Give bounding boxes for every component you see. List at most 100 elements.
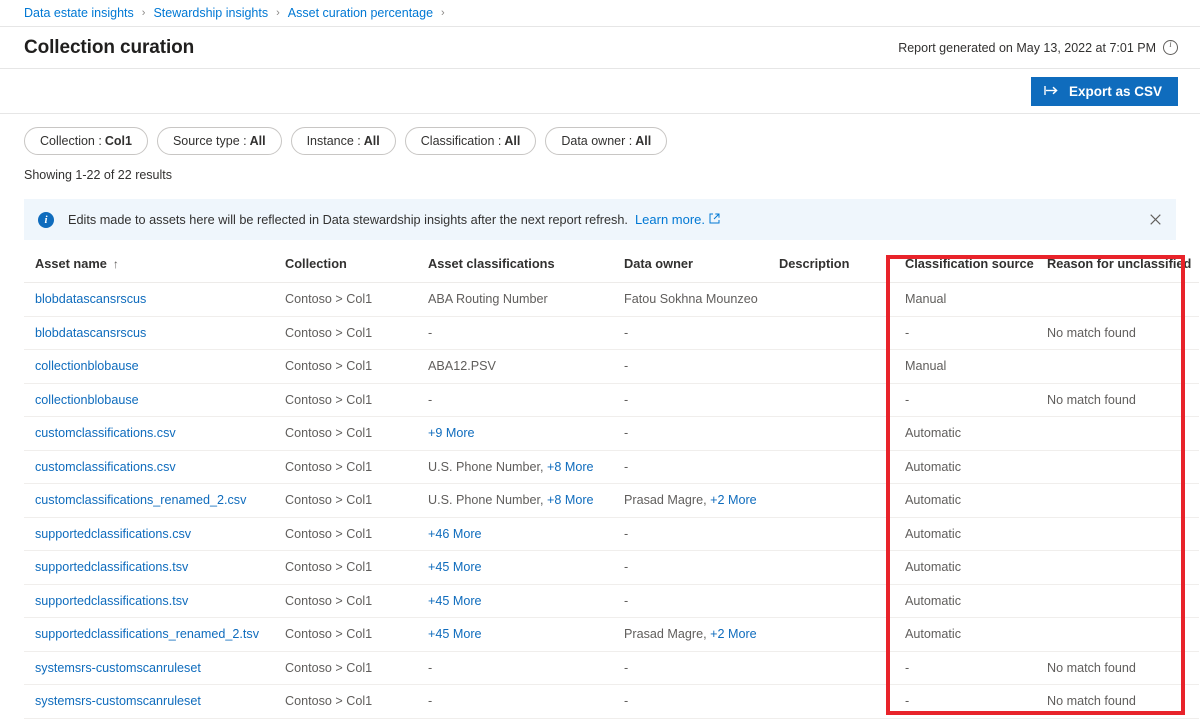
cell-classification-source: Automatic — [893, 517, 1047, 551]
asset-name-link[interactable]: supportedclassifications.tsv — [35, 594, 188, 608]
table-row[interactable]: blobdatascansrscusContoso > Col1---No ma… — [24, 316, 1199, 350]
filter-value: All — [364, 134, 380, 148]
filter-pill-instance[interactable]: Instance :All — [291, 127, 396, 155]
data-owner-text: - — [624, 460, 628, 474]
filter-pill-classification[interactable]: Classification :All — [405, 127, 537, 155]
column-header-collection[interactable]: Collection — [285, 256, 428, 283]
asset-name-link[interactable]: customclassifications.csv — [35, 460, 176, 474]
cell-asset-classifications: U.S. Phone Number, +8 More — [428, 484, 624, 518]
command-bar: Export as CSV — [0, 69, 1200, 114]
cell-asset-classifications: ABA Routing Number — [428, 283, 624, 317]
column-header-asset-name[interactable]: Asset name↑ — [24, 256, 285, 283]
export-as-csv-button[interactable]: Export as CSV — [1031, 77, 1178, 106]
asset-name-link[interactable]: blobdatascansrscus — [35, 326, 146, 340]
cell-classification-source: - — [893, 316, 1047, 350]
asset-name-link[interactable]: blobdatascansrscus — [35, 292, 146, 306]
cell-asset-classifications: ABA12.PSV — [428, 350, 624, 384]
cell-description — [779, 551, 893, 585]
classification-text: - — [428, 326, 432, 340]
breadcrumb-link-2[interactable]: Asset curation percentage — [288, 6, 433, 20]
table-row[interactable]: collectionblobauseContoso > Col1ABA12.PS… — [24, 350, 1199, 384]
column-header-asset-classifications[interactable]: Asset classifications — [428, 256, 624, 283]
breadcrumb-separator-icon: › — [276, 7, 280, 19]
cell-collection: Contoso > Col1 — [285, 450, 428, 484]
cell-description — [779, 450, 893, 484]
table-row[interactable]: supportedclassifications.tsvContoso > Co… — [24, 551, 1199, 585]
asset-name-link[interactable]: collectionblobause — [35, 359, 139, 373]
table-row[interactable]: supportedclassifications_renamed_2.tsv Co… — [24, 618, 1199, 652]
cell-asset-name: supportedclassifications.tsv — [24, 551, 285, 585]
filter-pill-source-type[interactable]: Source type :All — [157, 127, 282, 155]
asset-name-link[interactable]: customclassifications_renamed_2.csv — [35, 493, 246, 507]
classification-more-link[interactable]: +46 More — [428, 527, 482, 541]
sort-ascending-icon: ↑ — [113, 257, 119, 271]
table-row[interactable]: systemsrs-customscanrulesetContoso > Col… — [24, 651, 1199, 685]
cell-asset-classifications: - — [428, 316, 624, 350]
classification-text: - — [428, 694, 432, 708]
asset-name-link[interactable]: collectionblobause — [35, 393, 139, 407]
classification-more-link[interactable]: +8 More — [547, 493, 594, 507]
data-owner-more-link[interactable]: +2 More — [710, 493, 757, 507]
cell-reason-for-unclassified — [1047, 283, 1199, 317]
table-row[interactable]: customclassifications.csv Contoso > Col1U… — [24, 450, 1199, 484]
classification-more-link[interactable]: +8 More — [547, 460, 594, 474]
table-row[interactable]: supportedclassifications.csvContoso > Co… — [24, 517, 1199, 551]
asset-name-link[interactable]: supportedclassifications.tsv — [35, 560, 188, 574]
asset-name-link[interactable]: customclassifications.csv — [35, 426, 176, 440]
table-row[interactable]: collectionblobauseContoso > Col1---No ma… — [24, 383, 1199, 417]
breadcrumb-link-0[interactable]: Data estate insights — [24, 6, 134, 20]
filter-pill-collection[interactable]: Collection :Col1 — [24, 127, 148, 155]
cell-collection: Contoso > Col1 — [285, 316, 428, 350]
asset-name-link[interactable]: supportedclassifications.csv — [35, 527, 191, 541]
cell-collection: Contoso > Col1 — [285, 618, 428, 652]
cell-reason-for-unclassified — [1047, 417, 1199, 451]
external-link-icon — [709, 212, 720, 227]
table-row[interactable]: blobdatascansrscus Contoso > Col1ABA Rout… — [24, 283, 1199, 317]
cell-description — [779, 484, 893, 518]
cell-asset-name: supportedclassifications.csv — [24, 517, 285, 551]
breadcrumb-link-1[interactable]: Stewardship insights — [153, 6, 268, 20]
info-banner-text: Edits made to assets here will be reflec… — [68, 213, 628, 227]
data-owner-text: - — [624, 694, 628, 708]
cell-data-owner: - — [624, 417, 779, 451]
cell-collection: Contoso > Col1 — [285, 283, 428, 317]
asset-name-link[interactable]: supportedclassifications_renamed_2.tsv — [35, 627, 259, 641]
classification-more-link[interactable]: +45 More — [428, 627, 482, 641]
cell-description — [779, 685, 893, 719]
export-button-label: Export as CSV — [1069, 84, 1162, 99]
classification-more-link[interactable]: +45 More — [428, 560, 482, 574]
cell-asset-name: supportedclassifications.tsv — [24, 584, 285, 618]
classification-more-link[interactable]: +45 More — [428, 594, 482, 608]
table-row[interactable]: systemsrs-customscanruleset Contoso > Col… — [24, 685, 1199, 719]
classification-text: ABA12.PSV — [428, 359, 496, 373]
cell-classification-source: - — [893, 651, 1047, 685]
page-title: Collection curation — [24, 37, 194, 59]
classification-text: U.S. Phone Number, — [428, 460, 544, 474]
cell-description — [779, 417, 893, 451]
data-owner-text: - — [624, 359, 628, 373]
cell-asset-classifications: - — [428, 383, 624, 417]
table-row[interactable]: customclassifications.csvContoso > Col1+… — [24, 417, 1199, 451]
breadcrumb-bar: Data estate insights › Stewardship insight… — [0, 0, 1200, 27]
learn-more-link[interactable]: Learn more. — [635, 212, 705, 227]
table-row[interactable]: customclassifications_renamed_2.csvConto… — [24, 484, 1199, 518]
cell-reason-for-unclassified: No match found — [1047, 316, 1199, 350]
cell-collection: Contoso > Col1 — [285, 685, 428, 719]
cell-reason-for-unclassified — [1047, 517, 1199, 551]
cell-classification-source: Automatic — [893, 584, 1047, 618]
cell-classification-source: Automatic — [893, 551, 1047, 585]
classification-more-link[interactable]: +9 More — [428, 426, 475, 440]
filter-pill-data-owner[interactable]: Data owner :All — [545, 127, 667, 155]
asset-name-link[interactable]: systemsrs-customscanruleset — [35, 694, 201, 708]
column-header-description[interactable]: Description — [779, 256, 893, 283]
column-header-data-owner[interactable]: Data owner — [624, 256, 779, 283]
info-circle-icon[interactable] — [1163, 40, 1178, 55]
column-header-reason-for-unclassified[interactable]: Reason for unclassified — [1047, 256, 1199, 283]
close-icon[interactable] — [1144, 209, 1166, 231]
asset-name-link[interactable]: systemsrs-customscanruleset — [35, 661, 201, 675]
column-header-classification-source[interactable]: Classification source — [893, 256, 1047, 283]
data-owner-more-link[interactable]: +2 More — [710, 627, 757, 641]
cell-classification-source: Automatic — [893, 450, 1047, 484]
cell-data-owner: - — [624, 450, 779, 484]
table-row[interactable]: supportedclassifications.tsvContoso > Co… — [24, 584, 1199, 618]
